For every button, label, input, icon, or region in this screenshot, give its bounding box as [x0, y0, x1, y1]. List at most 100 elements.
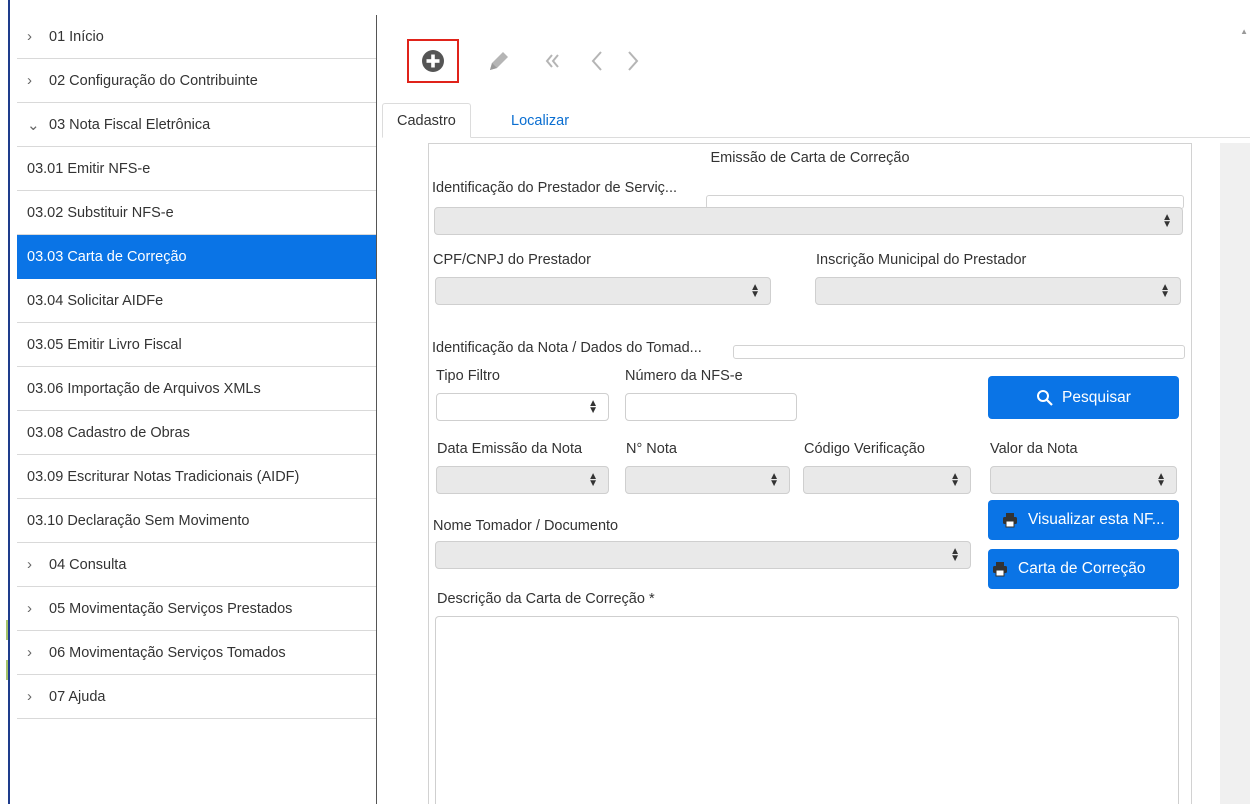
window-edge [6, 0, 10, 804]
sidebar-item-livro-fiscal[interactable]: 03.05 Emitir Livro Fiscal [17, 323, 376, 367]
sidebar-item-label: 05 Movimentação Serviços Prestados [49, 600, 293, 617]
cpf-cnpj-label: CPF/CNPJ do Prestador [433, 252, 591, 268]
sidebar-item-emitir-nfse[interactable]: 03.01 Emitir NFS-e [17, 147, 376, 191]
sidebar-item-cadastro-obras[interactable]: 03.08 Cadastro de Obras [17, 411, 376, 455]
chevron-left-icon [591, 51, 602, 71]
sidebar-item-label: 07 Ajuda [49, 688, 106, 705]
visualizar-nf-button[interactable]: Visualizar esta NF... [988, 500, 1179, 540]
edge-marker [6, 660, 8, 680]
sidebar-item-label: 01 Início [49, 28, 104, 45]
numero-nota-label: N° Nota [626, 441, 677, 457]
next-record-button[interactable] [615, 39, 651, 83]
select-arrows-icon: ▲ ▼ [950, 546, 960, 564]
chevron-right-icon [628, 51, 639, 71]
tab-localizar[interactable]: Localizar [497, 103, 583, 138]
chevron-right-icon: › [27, 600, 32, 617]
select-arrows-icon: ▲ ▼ [750, 282, 760, 300]
chevron-right-icon: › [27, 688, 32, 705]
chevron-right-icon: › [27, 28, 32, 45]
tab-cadastro[interactable]: Cadastro [382, 103, 471, 138]
select-arrows-icon: ▲ ▼ [1156, 471, 1166, 489]
sidebar-item-label: 06 Movimentação Serviços Tomados [49, 644, 286, 661]
sidebar-item-declaracao[interactable]: 03.10 Declaração Sem Movimento [17, 499, 376, 543]
sidebar-item-label: 04 Consulta [49, 556, 127, 573]
edit-button[interactable] [473, 39, 525, 83]
sidebar-item-label: 03.02 Substituir NFS-e [27, 204, 174, 221]
select-arrows-icon: ▲ ▼ [588, 398, 598, 416]
sidebar-item-label: 03.10 Declaração Sem Movimento [27, 512, 250, 529]
first-record-button[interactable] [527, 39, 579, 83]
descricao-textarea[interactable] [435, 616, 1179, 804]
sidebar-item-label: 03.06 Importação de Arquivos XMLs [27, 380, 261, 397]
cpf-cnpj-select[interactable]: ▲ ▼ [435, 277, 771, 305]
select-arrows-icon: ▲ ▼ [769, 471, 779, 489]
numero-nfse-input[interactable] [625, 393, 797, 421]
sidebar-item-consulta[interactable]: › 04 Consulta [17, 543, 376, 587]
carta-correcao-label: Carta de Correção [1018, 560, 1146, 577]
sidebar-item-label: 03 Nota Fiscal Eletrônica [49, 116, 211, 133]
sidebar-item-ajuda[interactable]: › 07 Ajuda [17, 675, 376, 719]
chevron-down-icon: ⌄ [27, 116, 40, 134]
select-arrows-icon: ▲ ▼ [1162, 212, 1172, 230]
inscricao-municipal-label: Inscrição Municipal do Prestador [816, 252, 1027, 268]
sidebar-item-servicos-prestados[interactable]: › 05 Movimentação Serviços Prestados [17, 587, 376, 631]
scroll-up-icon[interactable]: ▲ [1240, 27, 1248, 36]
sidebar-item-carta-correcao[interactable]: 03.03 Carta de Correção [17, 235, 376, 279]
tab-label: Localizar [511, 112, 570, 129]
data-emissao-label: Data Emissão da Nota [437, 441, 583, 457]
chevron-right-icon: › [27, 72, 32, 89]
sidebar-item-servicos-tomados[interactable]: › 06 Movimentação Serviços Tomados [17, 631, 376, 675]
edge-marker [6, 620, 8, 640]
plus-circle-icon [422, 50, 444, 72]
sidebar-item-label: 03.04 Solicitar AIDFe [27, 292, 164, 309]
tipo-filtro-select[interactable]: ▲ ▼ [436, 393, 609, 421]
numero-nota-select[interactable]: ▲ ▼ [625, 466, 790, 494]
previous-record-button[interactable] [579, 39, 615, 83]
add-button[interactable] [407, 39, 459, 83]
descricao-label: Descrição da Carta de Correção * [437, 591, 655, 607]
sidebar-item-substituir-nfse[interactable]: 03.02 Substituir NFS-e [17, 191, 376, 235]
sidebar-item-label: 03.08 Cadastro de Obras [27, 424, 190, 441]
codigo-verificacao-label: Código Verificação [804, 441, 925, 457]
printer-icon [993, 562, 1007, 577]
select-arrows-icon: ▲ ▼ [950, 471, 960, 489]
chevron-right-icon: › [27, 556, 32, 573]
toolbar [407, 39, 651, 83]
sidebar-item-importacao-xml[interactable]: 03.06 Importação de Arquivos XMLs [17, 367, 376, 411]
sidebar-item-nota-fiscal[interactable]: ⌄ 03 Nota Fiscal Eletrônica [17, 103, 376, 147]
sidebar-item-inicio[interactable]: › 01 Início [17, 15, 376, 59]
carta-correcao-form: Emissão de Carta de Correção Identificaç… [428, 143, 1192, 804]
main-content: Cadastro Localizar ▲ Emissão de Carta de… [377, 15, 1250, 804]
scrollbar-track[interactable] [1220, 143, 1250, 804]
section-nota-label: Identificação da Nota / Dados do Tomad..… [432, 340, 702, 356]
chevron-right-icon: › [27, 644, 32, 661]
codigo-verificacao-select[interactable]: ▲ ▼ [803, 466, 971, 494]
sidebar-item-label: 02 Configuração do Contribuinte [49, 72, 258, 89]
select-arrows-icon: ▲ ▼ [1160, 282, 1170, 300]
inscricao-municipal-select[interactable]: ▲ ▼ [815, 277, 1181, 305]
valor-nota-label: Valor da Nota [990, 441, 1078, 457]
sidebar-item-label: 03.05 Emitir Livro Fiscal [27, 336, 182, 353]
section-divider [733, 345, 1185, 359]
tab-label: Cadastro [397, 112, 456, 129]
select-arrows-icon: ▲ ▼ [588, 471, 598, 489]
pencil-icon [490, 52, 508, 70]
form-title: Emissão de Carta de Correção [710, 150, 910, 166]
carta-correcao-button[interactable]: Carta de Correção [988, 549, 1179, 589]
sidebar-item-configuracao[interactable]: › 02 Configuração do Contribuinte [17, 59, 376, 103]
sidebar-item-label: 03.03 Carta de Correção [27, 248, 187, 265]
numero-nfse-label: Número da NFS-e [625, 368, 743, 384]
valor-nota-select[interactable]: ▲ ▼ [990, 466, 1177, 494]
pesquisar-button[interactable]: Pesquisar [988, 376, 1179, 419]
prestador-select[interactable]: ▲ ▼ [434, 207, 1183, 235]
sidebar-item-solicitar-aidfe[interactable]: 03.04 Solicitar AIDFe [17, 279, 376, 323]
section-prestador-label: Identificação do Prestador de Serviç... [432, 180, 678, 196]
nome-tomador-select[interactable]: ▲ ▼ [435, 541, 971, 569]
sidebar-item-label: 03.01 Emitir NFS-e [27, 160, 151, 177]
data-emissao-select[interactable]: ▲ ▼ [436, 466, 609, 494]
search-icon [1037, 389, 1053, 406]
sidebar-item-label: 03.09 Escriturar Notas Tradicionais (AID… [27, 468, 300, 485]
visualizar-nf-label: Visualizar esta NF... [1028, 511, 1165, 528]
printer-icon [1003, 513, 1017, 528]
sidebar-item-escriturar-notas[interactable]: 03.09 Escriturar Notas Tradicionais (AID… [17, 455, 376, 499]
